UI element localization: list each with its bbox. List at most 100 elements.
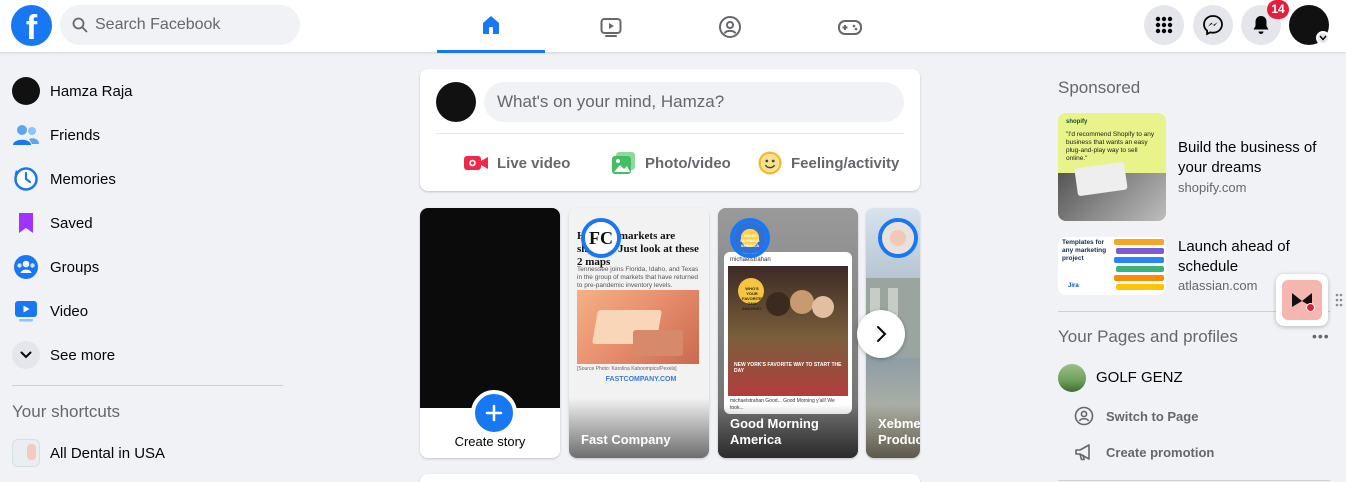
ad-image[interactable]: shopify "I'd recommend Shopify to any bu… <box>1058 113 1166 221</box>
tab-gaming[interactable] <box>796 0 904 53</box>
sidebar-item-label: Saved <box>50 214 93 232</box>
feeling-icon <box>758 151 782 175</box>
feed-post-card <box>420 474 920 482</box>
home-icon <box>483 16 499 34</box>
photo-icon <box>612 152 635 174</box>
sidebar-item-label: See more <box>50 346 116 364</box>
switch-profile-icon <box>1074 406 1094 426</box>
story-avatar: FC <box>581 218 621 258</box>
story-photo: WHO'S YOUR FAVORITE GMA ANCHOR? NEW YORK… <box>728 266 848 396</box>
story-photo-credit: [Source Photo: Karolina Kaboompics/Pexel… <box>577 366 677 372</box>
live-video-button[interactable]: Live video <box>463 147 570 179</box>
shortcut-thumbnail <box>12 439 40 467</box>
messenger-button[interactable] <box>1193 5 1233 45</box>
gaming-icon <box>838 19 862 35</box>
sidebar-item-label: Memories <box>50 170 116 188</box>
tab-watch[interactable] <box>557 0 665 53</box>
sidebar-item-label: Groups <box>50 258 100 276</box>
account-menu-chevron-icon[interactable] <box>1316 31 1330 45</box>
live-video-icon <box>464 156 488 170</box>
sidebar-item-saved[interactable]: Saved <box>12 203 93 243</box>
create-promotion-label: Create promotion <box>1106 444 1215 460</box>
shortcut-label: All Dental in USA <box>50 444 166 462</box>
stories-next-button[interactable] <box>857 310 905 358</box>
menu-button[interactable] <box>1144 5 1184 45</box>
story-body-text: Tennessee joins Florida, Idaho, and Texa… <box>577 266 699 289</box>
megaphone-icon <box>1075 444 1090 461</box>
create-promotion-button[interactable]: Create promotion <box>1074 442 1214 462</box>
more-options-icon[interactable]: ••• <box>1312 328 1330 344</box>
story-author-label: Xebme Produc <box>878 416 920 447</box>
create-story-label: Create story <box>454 434 526 449</box>
shortcuts-heading: Your shortcuts <box>12 402 121 421</box>
sidebar-item-label: Video <box>50 302 89 320</box>
switch-to-page-label: Switch to Page <box>1106 408 1199 424</box>
create-story-card[interactable]: Create story <box>420 208 560 458</box>
right-divider <box>1058 480 1330 481</box>
sidebar-item-memories[interactable]: Memories <box>12 159 116 199</box>
shortcut-item[interactable]: All Dental in USA <box>12 433 165 473</box>
search-input[interactable] <box>95 5 290 45</box>
story-author-label: Fast Company <box>581 432 671 447</box>
story-embedded-post: michaelstrahan WHO'S YOUR FAVORITE GMA A… <box>724 252 852 414</box>
story-avatar <box>878 218 918 258</box>
sidebar-item-label: Hamza Raja <box>50 82 133 100</box>
ad-domain: shopify.com <box>1178 180 1247 195</box>
tab-groups[interactable] <box>676 0 784 53</box>
memories-icon <box>14 167 38 191</box>
composer-divider <box>436 133 904 134</box>
notification-count-badge: 14 <box>1267 0 1289 19</box>
sponsored-heading: Sponsored <box>1058 78 1141 97</box>
switch-to-page-button[interactable]: Switch to Page <box>1074 406 1198 426</box>
page-avatar[interactable] <box>1058 364 1086 392</box>
groups-icon <box>14 255 38 279</box>
sidebar-item-profile[interactable]: Hamza Raja <box>12 71 133 111</box>
feeling-activity-button[interactable]: Feeling/activity <box>757 147 899 179</box>
saved-icon <box>19 213 33 233</box>
chevron-right-icon <box>877 326 887 342</box>
pages-heading: Your Pages and profiles <box>1058 327 1238 346</box>
sidebar-item-label: Friends <box>50 126 101 144</box>
page-name[interactable]: GOLF GENZ <box>1096 369 1183 386</box>
photo-video-label: Photo/video <box>645 154 731 172</box>
photo-video-button[interactable]: Photo/video <box>611 147 731 179</box>
sidebar-divider <box>12 385 283 386</box>
sidebar-item-video[interactable]: Video <box>12 291 88 331</box>
chevron-down-icon <box>20 351 32 359</box>
search-box[interactable] <box>60 5 300 45</box>
extension-logo-icon <box>1282 280 1322 320</box>
top-navigation-bar: f Search Facebook 14 <box>0 0 1346 53</box>
grid-menu-icon <box>1155 16 1173 34</box>
ad-title[interactable]: Build the business of your dreams <box>1178 138 1338 178</box>
tab-home[interactable] <box>437 0 545 53</box>
messenger-icon <box>1203 15 1223 36</box>
ad-image[interactable]: Templates for any marketing project Jira <box>1058 237 1166 295</box>
live-video-label: Live video <box>497 154 571 172</box>
extension-floating-button[interactable] <box>1276 274 1328 326</box>
story-photo <box>577 290 699 364</box>
profile-avatar <box>12 77 40 105</box>
story-author-label: Good Morning America <box>730 416 819 447</box>
post-composer: What's on your mind, Hamza? Live video P… <box>420 69 920 191</box>
drag-handle-icon[interactable] <box>1335 292 1343 308</box>
composer-input[interactable]: What's on your mind, Hamza? <box>484 82 904 122</box>
sidebar-item-groups[interactable]: Groups <box>12 247 99 287</box>
groups-icon <box>719 15 741 38</box>
ad-title[interactable]: Launch ahead of schedule <box>1178 237 1338 277</box>
watch-icon <box>600 17 622 37</box>
bell-icon <box>1253 16 1269 34</box>
facebook-logo[interactable]: f <box>11 5 52 46</box>
feeling-activity-label: Feeling/activity <box>791 154 900 172</box>
composer-avatar[interactable] <box>436 82 476 122</box>
story-avatar: GOOD MORNING AMERICA <box>730 218 770 258</box>
story-card[interactable]: michaelstrahan WHO'S YOUR FAVORITE GMA A… <box>718 208 858 458</box>
plus-icon[interactable] <box>471 390 517 436</box>
story-card[interactable]: Housing markets are shifting. Just look … <box>569 208 709 458</box>
sidebar-item-friends[interactable]: Friends <box>12 115 100 155</box>
sidebar-item-see-more[interactable]: See more <box>12 335 115 375</box>
ad-domain: atlassian.com <box>1178 278 1258 293</box>
story-site-link: FASTCOMPANY.COM <box>605 376 677 383</box>
video-icon <box>15 301 37 322</box>
friends-icon <box>13 125 39 145</box>
search-icon <box>72 17 88 33</box>
